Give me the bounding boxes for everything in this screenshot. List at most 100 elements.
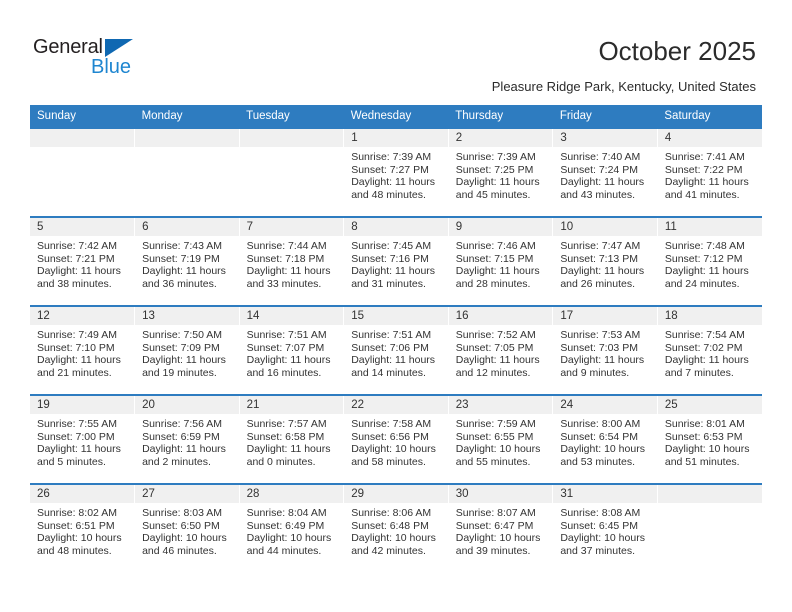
daylight-duration-line2: and 44 minutes. <box>246 544 322 557</box>
calendar-day-cell[interactable]: 4 Sunrise: 7:41 AM Sunset: 7:22 PM Daylight… <box>657 127 762 217</box>
daylight-duration-line1: Daylight: 10 hours <box>455 532 541 545</box>
day-details: Sunrise: 7:43 AM Sunset: 7:19 PM Daylight:… <box>135 236 239 290</box>
day-number: 9 <box>448 218 553 236</box>
calendar-day-cell[interactable]: 9 Sunrise: 7:46 AM Sunset: 7:15 PM Daylight… <box>448 216 554 306</box>
calendar-day-cell[interactable]: 29 Sunrise: 8:06 AM Sunset: 6:48 PM Dayligh… <box>343 483 449 573</box>
daylight-duration-line2: and 42 minutes. <box>351 544 426 557</box>
day-number: 10 <box>553 218 657 236</box>
calendar-day-cell[interactable]: 30 Sunrise: 8:07 AM Sunset: 6:47 PM Dayligh… <box>448 483 554 573</box>
calendar-day-cell[interactable]: 18 Sunrise: 7:54 AM Sunset: 7:02 PM Dayligh… <box>657 305 762 395</box>
calendar-day-cell[interactable]: 15 Sunrise: 7:51 AM Sunset: 7:06 PM Dayligh… <box>343 305 449 395</box>
day-number: 28 <box>239 485 344 503</box>
calendar-day-cell[interactable]: 5 Sunrise: 7:42 AM Sunset: 7:21 PM Daylight… <box>30 216 136 306</box>
daylight-duration-line1: Daylight: 10 hours <box>664 443 750 456</box>
daylight-duration-line1: Daylight: 11 hours <box>455 176 540 189</box>
daylight-duration-line2: and 0 minutes. <box>246 455 316 468</box>
day-details: Sunrise: 8:03 AM Sunset: 6:50 PM Daylight:… <box>135 503 239 557</box>
day-details: Sunrise: 7:45 AM Sunset: 7:16 PM Daylight:… <box>344 236 448 290</box>
calendar-day-cell[interactable]: 6 Sunrise: 7:43 AM Sunset: 7:19 PM Daylight… <box>134 216 240 306</box>
day-number <box>657 485 762 503</box>
sunrise-time: Sunrise: 7:45 AM <box>351 240 432 252</box>
daylight-duration-line2: and 19 minutes. <box>142 366 217 379</box>
sunset-time: Sunset: 6:54 PM <box>560 430 638 443</box>
day-details: Sunrise: 7:47 AM Sunset: 7:13 PM Daylight:… <box>553 236 657 290</box>
calendar-day-cell[interactable]: 2 Sunrise: 7:39 AM Sunset: 7:25 PM Daylight… <box>448 127 554 217</box>
calendar-day-cell[interactable]: 19 Sunrise: 7:55 AM Sunset: 7:00 PM Dayligh… <box>30 394 136 484</box>
calendar-day-cell[interactable]: 13 Sunrise: 7:50 AM Sunset: 7:09 PM Dayligh… <box>134 305 240 395</box>
calendar-day-cell[interactable]: 31 Sunrise: 8:08 AM Sunset: 6:45 PM Dayligh… <box>552 483 658 573</box>
sunset-time: Sunset: 7:12 PM <box>664 252 743 265</box>
day-details: Sunrise: 7:52 AM Sunset: 7:05 PM Daylight:… <box>449 325 553 379</box>
sunrise-time: Sunrise: 8:08 AM <box>560 507 641 519</box>
calendar-day-cell[interactable]: 12 Sunrise: 7:49 AM Sunset: 7:10 PM Dayligh… <box>30 305 136 395</box>
calendar-day-cell[interactable]: 16 Sunrise: 7:52 AM Sunset: 7:05 PM Dayligh… <box>448 305 554 395</box>
calendar-day-cell[interactable]: 22 Sunrise: 7:58 AM Sunset: 6:56 PM Dayligh… <box>343 394 449 484</box>
day-number: 1 <box>344 129 448 147</box>
sunrise-time: Sunrise: 7:51 AM <box>246 329 327 341</box>
daylight-duration-line2: and 12 minutes. <box>455 366 531 379</box>
daylight-duration-line1: Daylight: 11 hours <box>664 265 749 278</box>
sunset-time: Sunset: 6:45 PM <box>560 519 638 532</box>
sunrise-time: Sunrise: 7:56 AM <box>142 418 223 430</box>
sunrise-time: Sunrise: 7:39 AM <box>455 151 536 163</box>
calendar-day-cell[interactable]: 20 Sunrise: 7:56 AM Sunset: 6:59 PM Dayligh… <box>134 394 240 484</box>
sunset-time: Sunset: 7:15 PM <box>455 252 534 265</box>
day-details <box>30 147 134 151</box>
sunset-time: Sunset: 6:47 PM <box>455 519 534 532</box>
calendar-day-cell[interactable]: 1 Sunrise: 7:39 AM Sunset: 7:27 PM Daylight… <box>343 127 449 217</box>
sunrise-time: Sunrise: 7:55 AM <box>37 418 117 430</box>
sunrise-time: Sunrise: 8:06 AM <box>351 507 432 519</box>
calendar-day-cell[interactable]: 24 Sunrise: 8:00 AM Sunset: 6:54 PM Dayligh… <box>552 394 658 484</box>
calendar-day-cell-empty <box>134 127 240 217</box>
daylight-duration-line2: and 36 minutes. <box>142 277 217 290</box>
sunrise-time: Sunrise: 7:42 AM <box>37 240 117 252</box>
calendar-week-row: 19 Sunrise: 7:55 AM Sunset: 7:00 PM Dayligh… <box>30 394 762 484</box>
calendar-day-cell[interactable]: 10 Sunrise: 7:47 AM Sunset: 7:13 PM Dayligh… <box>552 216 658 306</box>
day-details: Sunrise: 8:04 AM Sunset: 6:49 PM Daylight:… <box>240 503 344 557</box>
calendar-day-cell[interactable]: 8 Sunrise: 7:45 AM Sunset: 7:16 PM Daylight… <box>343 216 449 306</box>
weekday-header-monday: Monday <box>134 105 240 128</box>
daylight-duration-line2: and 58 minutes. <box>351 455 426 468</box>
sunset-time: Sunset: 7:19 PM <box>142 252 220 265</box>
weekday-header-saturday: Saturday <box>657 105 762 128</box>
generalblue-logo[interactable]: General Blue <box>33 36 213 84</box>
calendar-day-cell[interactable]: 23 Sunrise: 7:59 AM Sunset: 6:55 PM Dayligh… <box>448 394 554 484</box>
day-number: 12 <box>30 307 135 325</box>
calendar-day-cell[interactable]: 21 Sunrise: 7:57 AM Sunset: 6:58 PM Dayligh… <box>239 394 345 484</box>
day-details: Sunrise: 7:56 AM Sunset: 6:59 PM Daylight:… <box>135 414 239 468</box>
sunrise-time: Sunrise: 8:03 AM <box>142 507 223 519</box>
daylight-duration-line2: and 9 minutes. <box>560 366 630 379</box>
daylight-duration-line2: and 24 minutes. <box>664 277 740 290</box>
daylight-duration-line2: and 5 minutes. <box>37 455 106 468</box>
calendar-day-cell[interactable]: 3 Sunrise: 7:40 AM Sunset: 7:24 PM Daylight… <box>552 127 658 217</box>
calendar-day-cell[interactable]: 11 Sunrise: 7:48 AM Sunset: 7:12 PM Dayligh… <box>657 216 762 306</box>
calendar-day-cell[interactable]: 7 Sunrise: 7:44 AM Sunset: 7:18 PM Daylight… <box>239 216 345 306</box>
calendar-day-cell[interactable]: 14 Sunrise: 7:51 AM Sunset: 7:07 PM Dayligh… <box>239 305 345 395</box>
daylight-duration-line2: and 48 minutes. <box>351 188 426 201</box>
daylight-duration-line2: and 33 minutes. <box>246 277 322 290</box>
calendar-day-cell[interactable]: 27 Sunrise: 8:03 AM Sunset: 6:50 PM Dayligh… <box>134 483 240 573</box>
sunset-time: Sunset: 7:07 PM <box>246 341 325 354</box>
calendar-day-cell[interactable]: 26 Sunrise: 8:02 AM Sunset: 6:51 PM Dayligh… <box>30 483 136 573</box>
day-number: 17 <box>553 307 657 325</box>
sunset-time: Sunset: 7:10 PM <box>37 341 115 354</box>
sunrise-time: Sunrise: 7:43 AM <box>142 240 223 252</box>
daylight-duration-line2: and 16 minutes. <box>246 366 322 379</box>
sunset-time: Sunset: 6:56 PM <box>351 430 429 443</box>
sunset-time: Sunset: 7:22 PM <box>664 163 743 176</box>
calendar-day-cell[interactable]: 28 Sunrise: 8:04 AM Sunset: 6:49 PM Dayligh… <box>239 483 345 573</box>
daylight-duration-line2: and 51 minutes. <box>664 455 740 468</box>
day-number <box>30 129 135 147</box>
daylight-duration-line2: and 14 minutes. <box>351 366 426 379</box>
daylight-duration-line1: Daylight: 11 hours <box>351 265 436 278</box>
daylight-duration-line2: and 38 minutes. <box>37 277 112 290</box>
calendar-body: 1 Sunrise: 7:39 AM Sunset: 7:27 PM Daylight… <box>30 127 762 573</box>
calendar-day-cell[interactable]: 17 Sunrise: 7:53 AM Sunset: 7:03 PM Dayligh… <box>552 305 658 395</box>
sunrise-time: Sunrise: 8:04 AM <box>246 507 327 519</box>
calendar-day-cell[interactable]: 25 Sunrise: 8:01 AM Sunset: 6:53 PM Dayligh… <box>657 394 762 484</box>
daylight-duration-line1: Daylight: 10 hours <box>455 443 541 456</box>
daylight-duration-line1: Daylight: 10 hours <box>37 532 122 545</box>
day-number: 13 <box>135 307 239 325</box>
day-number: 15 <box>344 307 448 325</box>
sunrise-time: Sunrise: 8:07 AM <box>455 507 536 519</box>
